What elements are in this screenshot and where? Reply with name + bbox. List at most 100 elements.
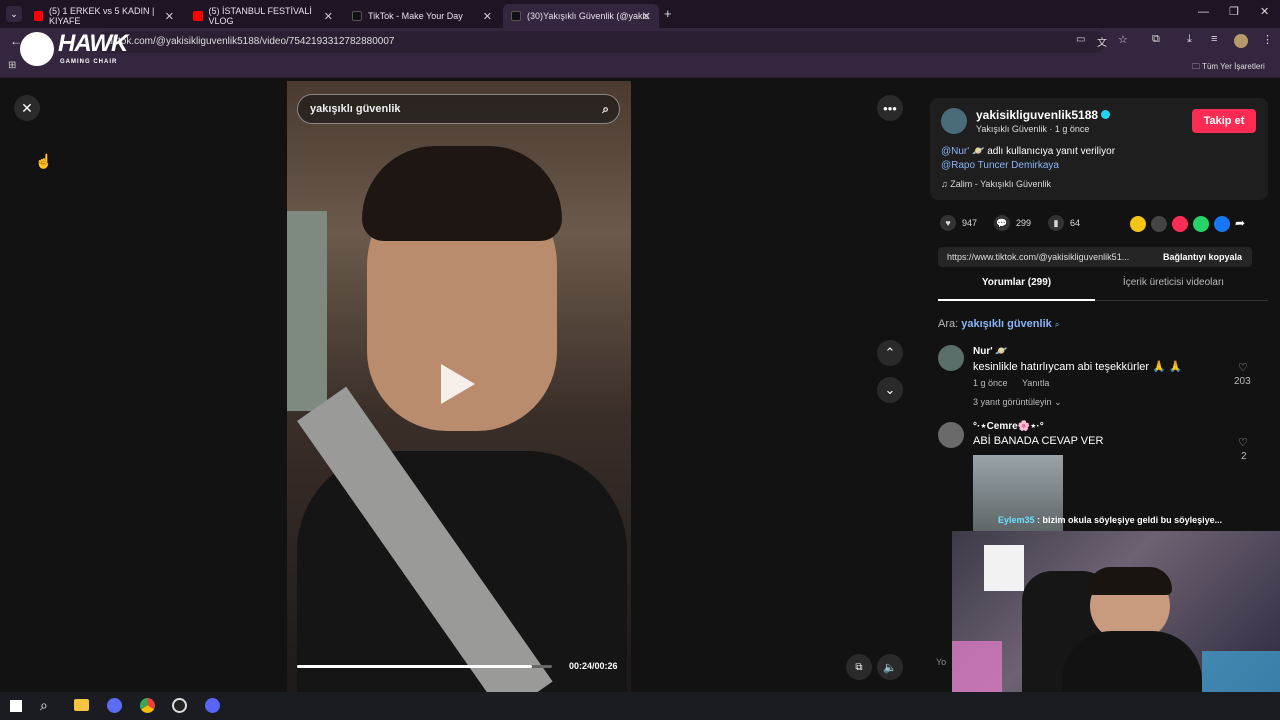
webcam-person-hair [1088, 567, 1172, 595]
share-url[interactable]: https://www.tiktok.com/@yakisikliguvenli… [947, 247, 1129, 267]
search-icon: ⌕ [1054, 320, 1060, 329]
picture-in-picture-button[interactable]: ⧉ [846, 654, 872, 680]
mouse-cursor: ☝ [35, 153, 53, 169]
facebook-icon[interactable] [1214, 216, 1230, 232]
stream-chat-overlay: Eylem35 : bizim okula söyleşiye geldi bu… [998, 515, 1223, 525]
search-icon[interactable]: ⌕ [602, 95, 609, 123]
hawk-logo-text: HAWK [58, 30, 128, 57]
author-avatar[interactable] [941, 108, 967, 134]
discord-icon[interactable] [205, 698, 220, 713]
close-tab-icon[interactable]: ✕ [642, 10, 651, 23]
reply-button[interactable]: Yanıtla [1022, 378, 1049, 388]
heart-icon[interactable]: ♡ [1238, 436, 1248, 449]
cast-icon[interactable]: ▭ [1076, 34, 1085, 45]
commenter-name[interactable]: °·⋆Cemre🌸⋆·° [973, 421, 1044, 432]
whatsapp-icon[interactable] [1193, 216, 1209, 232]
media-icon[interactable]: ≡ [1211, 33, 1217, 45]
url-field[interactable]: tiktok.com/@yakisikliguvenlik5188/video/… [96, 31, 1106, 53]
close-video-button[interactable]: ✕ [14, 95, 40, 121]
folder-icon: 🗀 [1192, 62, 1200, 71]
bookmarks-bar: ⊞ 🗀 Tüm Yer İşaretleri [0, 56, 1280, 78]
file-explorer-icon[interactable] [74, 699, 89, 711]
share-link-box: https://www.tiktok.com/@yakisikliguvenli… [938, 247, 1252, 267]
browser-tab-bar: ⌄ (5) 1 ERKEK vs 5 KADIN | KIYAFE ✕ (5) … [0, 0, 1280, 28]
embed-icon[interactable] [1151, 216, 1167, 232]
all-bookmarks[interactable]: 🗀 Tüm Yer İşaretleri [1192, 61, 1265, 75]
tab-creator-videos[interactable]: İçerik üreticisi videoları [1095, 277, 1252, 301]
bookmark-icon: ▮ [1048, 215, 1064, 231]
comment-time: 1 g önce [973, 378, 1008, 388]
youtube-icon [193, 11, 203, 21]
music-row[interactable]: ♫ Zalim - Yakışıklı Güvenlik [941, 179, 1051, 189]
translate-icon[interactable]: 文 [1097, 34, 1107, 49]
comment-icon: 💬 [994, 215, 1010, 231]
tab-comments[interactable]: Yorumlar (299) [938, 277, 1095, 301]
new-tab-button[interactable]: + [664, 6, 672, 21]
video-person-hair [362, 146, 562, 241]
close-tab-icon[interactable]: ✕ [165, 10, 174, 23]
windows-start-icon[interactable] [10, 700, 22, 712]
webcam-poster [984, 545, 1024, 591]
address-bar-row: ← tiktok.com/@yakisikliguvenlik5188/vide… [0, 28, 1280, 56]
send-icon[interactable] [1172, 216, 1188, 232]
mention-link[interactable]: @Nur' 🪐 [941, 146, 984, 157]
commenter-avatar[interactable] [938, 422, 964, 448]
volume-icon[interactable]: 🔈 [877, 654, 903, 680]
heart-icon[interactable]: ♡ [1238, 361, 1248, 374]
share-arrow-icon[interactable]: ➦ [1235, 216, 1245, 232]
video-time: 00:24/00:26 [569, 661, 618, 671]
comment-stat[interactable]: 💬 299 [994, 215, 1031, 231]
tab-2[interactable]: (5) İSTANBUL FESTİVALİ VLOG ✕ [185, 4, 341, 28]
video-search-bar[interactable]: yakışıklı güvenlik ⌕ [297, 94, 620, 124]
extensions-icon[interactable]: ⧉ [1152, 33, 1160, 46]
follow-button[interactable]: Takip et [1192, 109, 1256, 133]
menu-icon[interactable]: ⋮ [1262, 33, 1273, 46]
apps-icon[interactable]: ⊞ [8, 60, 16, 71]
tiktok-icon [352, 11, 362, 21]
mention2-link[interactable]: @Rapo Tuncer Demirkaya [941, 160, 1059, 171]
search-suggestion[interactable]: Ara: yakışıklı güvenlik ⌕ [938, 318, 1059, 330]
tab-list-button[interactable]: ⌄ [6, 6, 22, 22]
video-player[interactable]: yakışıklı güvenlik ⌕ 00:24/00:26 [287, 81, 631, 692]
coin-icon[interactable] [1130, 216, 1146, 232]
avatar[interactable] [1234, 34, 1248, 48]
caption: @Nur' 🪐 adlı kullanıcıya yanıt veriliyor [941, 146, 1116, 157]
chrome-icon[interactable] [140, 698, 155, 713]
author-display: Yakışıklı Güvenlik · 1 g önce [976, 124, 1090, 134]
hawk-logo-sub: GAMING CHAIR [60, 59, 118, 65]
download-icon[interactable]: ⤓ [1187, 33, 1192, 46]
like-stat[interactable]: ♥ 947 [940, 215, 977, 231]
tab-3[interactable]: TikTok - Make Your Day ✕ [344, 4, 500, 28]
commenter-avatar[interactable] [938, 345, 964, 371]
tab-4-active[interactable]: (30)Yakışıklı Güvenlik (@yakisikl ✕ [503, 4, 659, 28]
verified-icon [1101, 110, 1111, 119]
author-username[interactable]: yakisikliguvenlik5188 [976, 108, 1111, 122]
close-window-button[interactable]: ✕ [1260, 5, 1269, 18]
hawk-logo: HAWK GAMING CHAIR [20, 30, 128, 70]
next-video-button[interactable]: ⌄ [877, 377, 903, 403]
progress-track[interactable] [297, 665, 552, 668]
hawk-logo-emblem [20, 32, 54, 66]
bookmark-star-icon[interactable]: ☆ [1118, 33, 1128, 46]
app-icon[interactable] [107, 698, 122, 713]
share-icons: ➦ [1130, 216, 1245, 232]
restore-button[interactable]: ❐ [1229, 5, 1239, 18]
heart-icon: ♥ [940, 215, 956, 231]
windows-taskbar: ⌕ [0, 692, 1280, 720]
close-tab-icon[interactable]: ✕ [483, 10, 492, 23]
save-stat[interactable]: ▮ 64 [1048, 215, 1080, 231]
minimize-button[interactable]: — [1198, 6, 1209, 18]
more-options-button[interactable]: ••• [877, 95, 903, 121]
obs-icon[interactable] [172, 698, 187, 713]
view-replies[interactable]: 3 yanıt görüntüleyin ⌄ [973, 397, 1062, 408]
previous-video-button[interactable]: ⌃ [877, 340, 903, 366]
tab-1[interactable]: (5) 1 ERKEK vs 5 KADIN | KIYAFE ✕ [26, 4, 182, 28]
play-icon[interactable] [441, 364, 475, 404]
chevron-down-icon: ⌄ [1054, 397, 1062, 407]
copy-link-button[interactable]: Bağlantıyı kopyala [1163, 247, 1242, 267]
commenter-name[interactable]: Nur' 🪐 [973, 346, 1008, 357]
close-tab-icon[interactable]: ✕ [324, 10, 333, 23]
progress-fill [297, 665, 532, 668]
video-info-card: yakisikliguvenlik5188 Yakışıklı Güvenlik… [930, 98, 1268, 200]
search-icon[interactable]: ⌕ [40, 697, 48, 714]
